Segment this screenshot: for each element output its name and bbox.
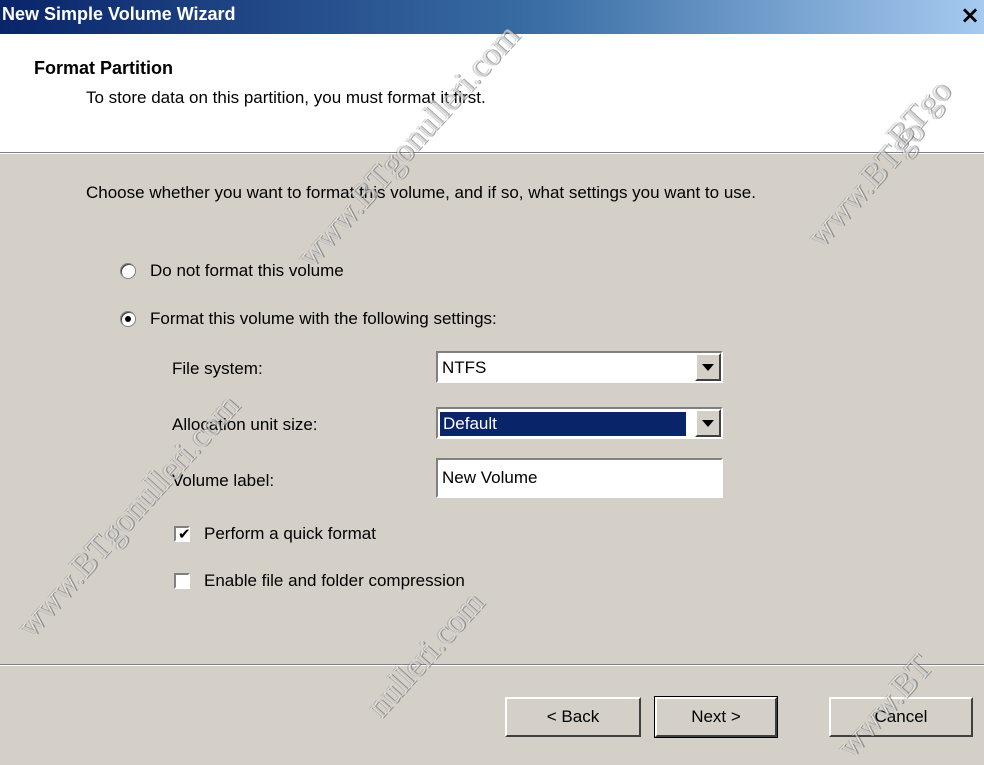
volume-label-value: New Volume (442, 468, 538, 487)
file-system-dropdown[interactable]: NTFS (436, 351, 723, 383)
file-system-value: NTFS (442, 358, 487, 377)
checkbox[interactable]: ✔ (174, 525, 191, 543)
radio-button[interactable] (120, 263, 136, 279)
allocation-unit-value: Default (440, 412, 686, 436)
allocation-unit-dropdown[interactable]: Default (436, 407, 723, 439)
allocation-unit-label: Allocation unit size: (172, 415, 318, 434)
chevron-down-icon (702, 363, 714, 371)
page-title: Format Partition (34, 58, 174, 78)
intro-text: Choose whether you want to format this v… (86, 183, 756, 202)
radio-dot-icon (125, 316, 131, 322)
page-subtitle: To store data on this partition, you mus… (86, 88, 486, 107)
radio-button-selected[interactable] (120, 311, 136, 327)
next-button[interactable]: Next > (654, 696, 778, 738)
dropdown-arrow-button[interactable] (695, 409, 721, 437)
title-bar[interactable]: New Simple Volume Wizard × (0, 0, 984, 34)
close-icon[interactable]: × (958, 3, 982, 29)
radio-no-format-label: Do not format this volume (150, 261, 344, 280)
compression-label: Enable file and folder compression (204, 571, 465, 590)
checkbox[interactable] (174, 573, 190, 589)
file-system-label: File system: (172, 359, 263, 378)
wizard-header: Format Partition To store data on this p… (0, 34, 984, 152)
chevron-down-icon (702, 419, 714, 427)
radio-no-format[interactable]: Do not format this volume (120, 261, 344, 281)
radio-format[interactable]: Format this volume with the following se… (120, 309, 497, 329)
dropdown-arrow-button[interactable] (695, 353, 721, 381)
cancel-button[interactable]: Cancel (829, 697, 973, 737)
checkbox-quick-format[interactable]: ✔ Perform a quick format (174, 524, 376, 544)
volume-label-input[interactable]: New Volume (436, 458, 723, 498)
quick-format-label: Perform a quick format (204, 524, 376, 543)
volume-label-label: Volume label: (172, 471, 275, 490)
radio-format-label: Format this volume with the following se… (150, 309, 497, 328)
checkmark-icon: ✔ (178, 525, 191, 543)
watermark-text: nulleri.com (360, 584, 492, 725)
checkbox-compression[interactable]: Enable file and folder compression (174, 571, 465, 591)
window-title: New Simple Volume Wizard (2, 4, 236, 24)
back-button[interactable]: < Back (505, 697, 641, 737)
